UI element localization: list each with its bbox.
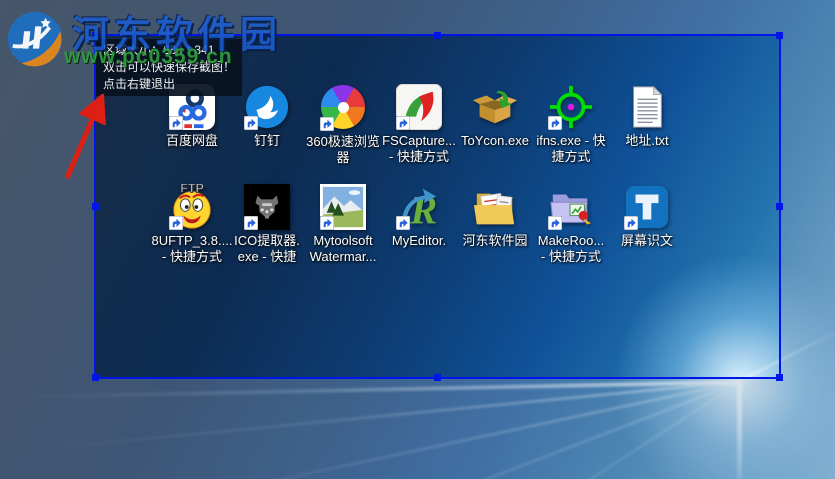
desktop-screen: 百度网盘 钉钉 360极速浏览 器 FSCapture... - 快捷方式 To… <box>0 0 835 479</box>
selection-handle-middle-left[interactable] <box>92 202 99 210</box>
capture-info-tooltip: 区域大小：684 * 341 双击可以快速保存截图！ 点击右键退出 <box>96 39 243 96</box>
red-annotation-arrow <box>64 94 106 179</box>
tooltip-region-size: 区域大小：684 * 341 <box>103 43 215 57</box>
selection-handle-bottom-middle[interactable] <box>433 374 441 381</box>
tooltip-exit-hint: 点击右键退出 <box>103 77 176 91</box>
wallpaper-beam <box>737 382 742 479</box>
selection-handle-middle-right[interactable] <box>776 202 783 210</box>
tooltip-save-hint: 双击可以快速保存截图！ <box>103 60 236 74</box>
selection-handle-top-right[interactable] <box>776 32 783 39</box>
selection-handle-top-left[interactable] <box>92 32 99 39</box>
selection-handle-top-middle[interactable] <box>433 32 441 39</box>
selection-handle-bottom-left[interactable] <box>92 374 99 381</box>
selection-handle-bottom-right[interactable] <box>776 374 783 381</box>
